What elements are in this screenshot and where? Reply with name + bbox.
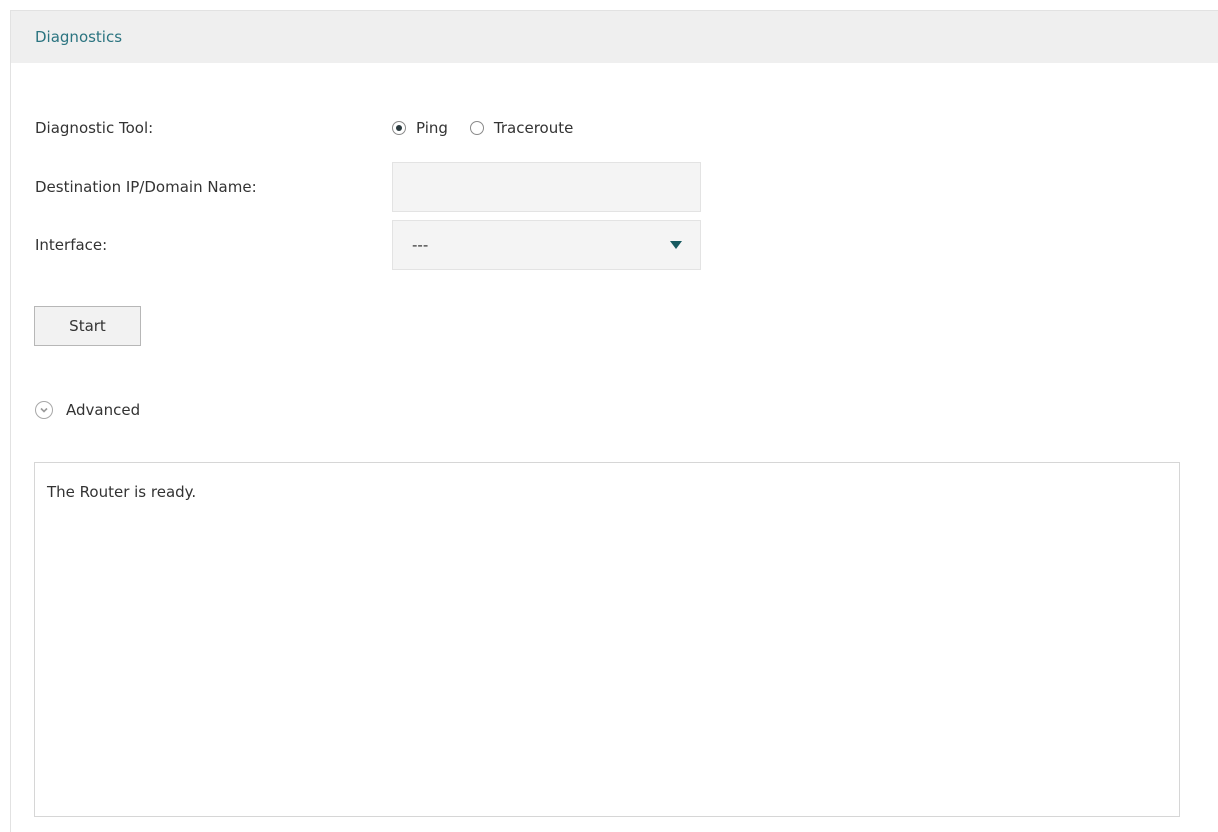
radio-traceroute-icon[interactable] xyxy=(469,121,484,135)
destination-input[interactable] xyxy=(392,162,701,212)
output-text: The Router is ready. xyxy=(47,483,197,501)
diagnostic-tool-label: Diagnostic Tool: xyxy=(35,119,154,137)
interface-select-value: --- xyxy=(412,236,429,254)
radio-ping-icon[interactable] xyxy=(392,121,406,135)
radio-ping-label[interactable]: Ping xyxy=(416,119,448,137)
advanced-toggle[interactable]: Advanced xyxy=(35,399,140,421)
interface-label: Interface: xyxy=(35,236,108,254)
interface-select[interactable]: --- xyxy=(392,220,701,270)
radio-traceroute-label[interactable]: Traceroute xyxy=(494,119,573,137)
diagnostic-tool-radio-group: Ping Traceroute xyxy=(392,117,595,139)
destination-label: Destination IP/Domain Name: xyxy=(35,178,257,196)
radio-option-traceroute[interactable]: Traceroute xyxy=(469,119,573,137)
panel-title: Diagnostics xyxy=(35,28,123,46)
output-textarea[interactable]: The Router is ready. xyxy=(34,462,1180,817)
caret-down-icon[interactable] xyxy=(670,241,682,249)
start-button[interactable]: Start xyxy=(34,306,141,346)
radio-option-ping[interactable]: Ping xyxy=(392,119,448,137)
advanced-label[interactable]: Advanced xyxy=(66,401,140,419)
chevron-circle-down-icon[interactable] xyxy=(35,401,53,419)
panel-header: Diagnostics xyxy=(11,11,1218,63)
